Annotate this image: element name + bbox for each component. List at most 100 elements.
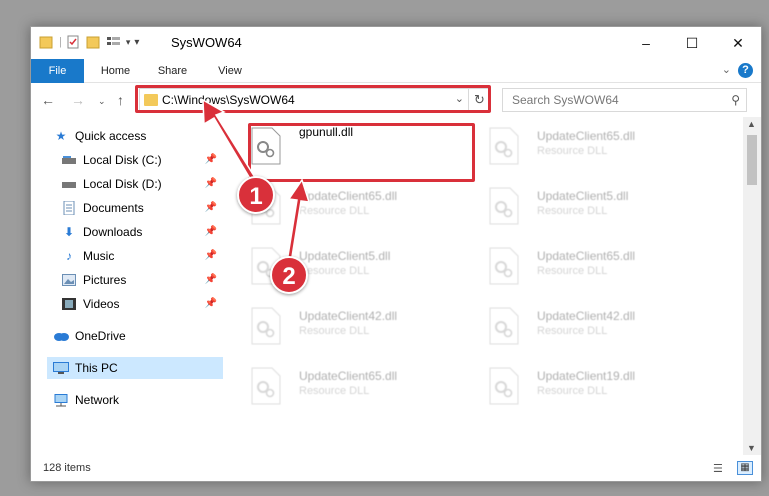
tab-share[interactable]: Share: [145, 59, 200, 83]
quick-access-toolbar: | ▾ ▾: [39, 35, 139, 49]
file-item[interactable]: UpdateClient19.dll Resource DLL: [465, 361, 695, 413]
search-box[interactable]: ⚲: [502, 88, 747, 112]
pin-icon[interactable]: 📌: [205, 250, 217, 261]
new-folder-icon[interactable]: [86, 35, 102, 49]
dll-file-icon: [489, 127, 519, 165]
tab-home[interactable]: Home: [89, 59, 142, 83]
file-type: Resource DLL: [299, 265, 370, 277]
pin-icon[interactable]: 📌: [205, 226, 217, 237]
up-arrow-icon[interactable]: ↑: [117, 92, 124, 108]
forward-arrow-icon[interactable]: →: [71, 92, 85, 108]
file-item[interactable]: UpdateClient65.dll Resource DLL: [465, 121, 695, 173]
ribbon-tabs: File Home Share View ⌄ ?: [31, 59, 761, 83]
window-title: SysWOW64: [171, 35, 242, 50]
network-icon: [53, 393, 69, 407]
properties-icon[interactable]: [66, 35, 82, 49]
help-icon[interactable]: ?: [738, 63, 753, 78]
close-button[interactable]: ✕: [715, 27, 761, 59]
dll-file-icon: [489, 247, 519, 285]
file-item[interactable]: UpdateClient5.dll Resource DLL: [227, 241, 457, 293]
file-item[interactable]: UpdateClient65.dll Resource DLL: [227, 361, 457, 413]
details-view-icon[interactable]: ☰: [713, 462, 729, 476]
nav-item-music[interactable]: ♪ Music 📌: [61, 245, 223, 267]
file-name: UpdateClient42.dll: [299, 309, 398, 323]
file-item[interactable]: UpdateClient65.dll Resource DLL: [465, 241, 695, 293]
nav-item-local-disk-c[interactable]: Local Disk (C:) 📌: [61, 149, 223, 171]
nav-item-quick-access[interactable]: ★ Quick access: [53, 125, 223, 147]
dll-file-icon: [251, 367, 281, 405]
pin-icon[interactable]: 📌: [205, 274, 217, 285]
drive-icon: [61, 177, 77, 191]
maximize-button[interactable]: ☐: [669, 27, 715, 59]
search-icon[interactable]: ⚲: [731, 93, 740, 107]
pin-icon[interactable]: 📌: [205, 202, 217, 213]
vertical-scrollbar[interactable]: ▲ ▼: [743, 117, 761, 455]
step-1-badge: 1: [237, 176, 275, 214]
scroll-up-icon[interactable]: ▲: [747, 119, 756, 129]
pin-icon[interactable]: 📌: [205, 154, 217, 165]
pin-icon[interactable]: 📌: [205, 298, 217, 309]
nav-item-videos[interactable]: Videos 📌: [61, 293, 223, 315]
cloud-icon: [53, 329, 69, 343]
document-icon: [61, 201, 77, 215]
file-name: UpdateClient65.dll: [537, 129, 636, 143]
file-type: Resource DLL: [299, 325, 370, 337]
star-icon: ★: [55, 129, 67, 143]
file-name: UpdateClient42.dll: [537, 309, 636, 323]
nav-item-documents[interactable]: Documents 📌: [61, 197, 223, 219]
back-arrow-icon[interactable]: ←: [41, 92, 55, 108]
pin-icon[interactable]: 📌: [205, 178, 217, 189]
folder-icon[interactable]: [39, 35, 55, 49]
file-item[interactable]: UpdateClient5.dll Resource DLL: [465, 181, 695, 233]
address-bar-highlight: [135, 85, 491, 113]
item-count: 128 items: [43, 462, 91, 474]
nav-item-label: Local Disk (C:): [83, 153, 162, 167]
nav-item-local-disk-d[interactable]: Local Disk (D:) 📌: [61, 173, 223, 195]
view-options-icon[interactable]: [106, 35, 122, 49]
navigation-pane: ★ Quick access Local Disk (C:) 📌 Local D…: [31, 119, 227, 459]
status-bar: 128 items ☰ ▦: [31, 459, 761, 481]
nav-item-label: This PC: [75, 361, 118, 375]
tab-file[interactable]: File: [31, 59, 84, 83]
nav-item-network[interactable]: Network: [53, 389, 223, 411]
tab-view[interactable]: View: [206, 59, 254, 83]
nav-item-downloads[interactable]: ⬇ Downloads 📌: [61, 221, 223, 243]
customize-toolbar-icon[interactable]: ▾: [134, 37, 139, 48]
large-icons-view-icon[interactable]: ▦: [737, 461, 753, 475]
expand-ribbon-icon[interactable]: ⌄: [722, 63, 731, 76]
nav-item-label: Local Disk (D:): [83, 177, 162, 191]
nav-item-onedrive[interactable]: OneDrive: [53, 325, 223, 347]
nav-item-label: Videos: [83, 297, 120, 311]
file-name: UpdateClient5.dll: [537, 189, 629, 203]
minimize-button[interactable]: –: [623, 27, 669, 59]
scroll-down-icon[interactable]: ▼: [747, 443, 756, 453]
file-name: UpdateClient5.dll: [299, 249, 391, 263]
search-input[interactable]: [503, 89, 723, 111]
nav-item-label: Pictures: [83, 273, 127, 287]
drive-icon: [61, 153, 77, 167]
nav-item-pictures[interactable]: Pictures 📌: [61, 269, 223, 291]
file-type: Resource DLL: [537, 325, 608, 337]
computer-icon: [53, 361, 69, 375]
title-bar: | ▾ ▾ SysWOW64 – ☐ ✕: [31, 27, 761, 59]
file-item[interactable]: UpdateClient42.dll Resource DLL: [465, 301, 695, 353]
file-type: Resource DLL: [537, 205, 608, 217]
file-item[interactable]: UpdateClient42.dll Resource DLL: [227, 301, 457, 353]
chevron-down-icon[interactable]: ▾: [126, 37, 131, 48]
download-icon: ⬇: [63, 225, 75, 239]
scroll-thumb[interactable]: [747, 135, 757, 185]
nav-item-label: Network: [75, 393, 120, 407]
nav-item-label: OneDrive: [75, 329, 126, 343]
file-name: UpdateClient65.dll: [299, 189, 398, 203]
nav-item-this-pc[interactable]: This PC: [47, 357, 223, 379]
nav-item-label: Documents: [83, 201, 144, 215]
file-type: Resource DLL: [537, 385, 608, 397]
toolbar-separator: |: [59, 36, 62, 48]
dll-file-icon: [489, 367, 519, 405]
picture-icon: [61, 273, 77, 287]
dll-file-icon: [489, 307, 519, 345]
video-icon: [61, 297, 77, 311]
file-type: Resource DLL: [537, 265, 608, 277]
dll-file-icon: [251, 307, 281, 345]
recent-locations-icon[interactable]: ⌄: [98, 96, 106, 107]
